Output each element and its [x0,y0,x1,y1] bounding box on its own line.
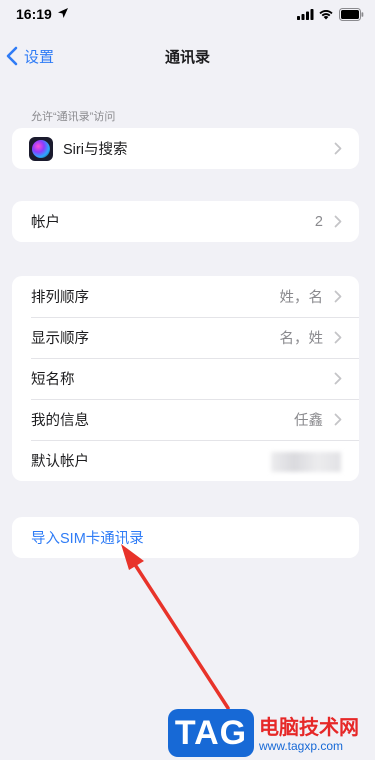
accounts-label: 帐户 [31,215,60,231]
page-title: 通讯录 [164,49,210,66]
sort-order-row[interactable]: 排列顺序 姓，名 [12,276,359,317]
my-info-label: 我的信息 [31,413,89,429]
chevron-right-icon [334,413,342,426]
display-order-label: 显示顺序 [31,331,89,347]
watermark-url: www.tagxp.com [259,739,344,753]
chevron-right-icon [334,331,342,344]
siri-icon [29,136,53,161]
chevron-right-icon [334,290,342,303]
siri-search-row[interactable]: Siri与搜索 [12,128,359,169]
short-name-row[interactable]: 短名称 [12,358,359,399]
accounts-group: 帐户 2 [12,201,359,242]
display-order-value: 名，姓 [279,331,324,347]
import-sim-contacts-button[interactable]: 导入SIM卡通讯录 [12,517,359,558]
section-header-access: 允许“通讯录”访问 [31,111,116,123]
navigation-bar: 设置 通讯录 [0,34,375,78]
contacts-settings-group: 排列顺序 姓，名 显示顺序 名，姓 短名称 我的信息 任鑫 默认帐户 [12,276,359,481]
display-order-row[interactable]: 显示顺序 名，姓 [12,317,359,358]
import-group: 导入SIM卡通讯录 [12,517,359,558]
chevron-right-icon [334,142,342,155]
short-name-label: 短名称 [31,372,75,388]
sort-order-label: 排列顺序 [31,290,89,306]
my-info-value: 任鑫 [294,413,323,429]
my-info-row[interactable]: 我的信息 任鑫 [12,399,359,440]
access-group: Siri与搜索 [12,128,359,169]
chevron-right-icon [334,372,342,385]
status-bar: 16:19 [0,0,375,34]
battery-icon [339,8,364,21]
sort-order-value: 姓，名 [279,290,324,306]
default-account-label: 默认帐户 [31,454,89,470]
default-account-row[interactable]: 默认帐户 [12,440,359,481]
status-time: 16:19 [16,6,52,22]
watermark-logo: TAG [168,709,254,757]
location-arrow-icon [58,8,68,18]
accounts-row[interactable]: 帐户 2 [12,201,359,242]
watermark-title: 电脑技术网 [259,717,359,739]
import-sim-contacts-label: 导入SIM卡通讯录 [31,531,144,547]
siri-search-label: Siri与搜索 [63,142,128,158]
chevron-right-icon [334,215,342,228]
accounts-count: 2 [314,213,323,230]
wifi-icon [319,10,333,20]
blurred-value [271,452,341,472]
watermark: TAG 电脑技术网 www.tagxp.com [168,707,375,760]
cellular-signal-icon [297,9,314,20]
